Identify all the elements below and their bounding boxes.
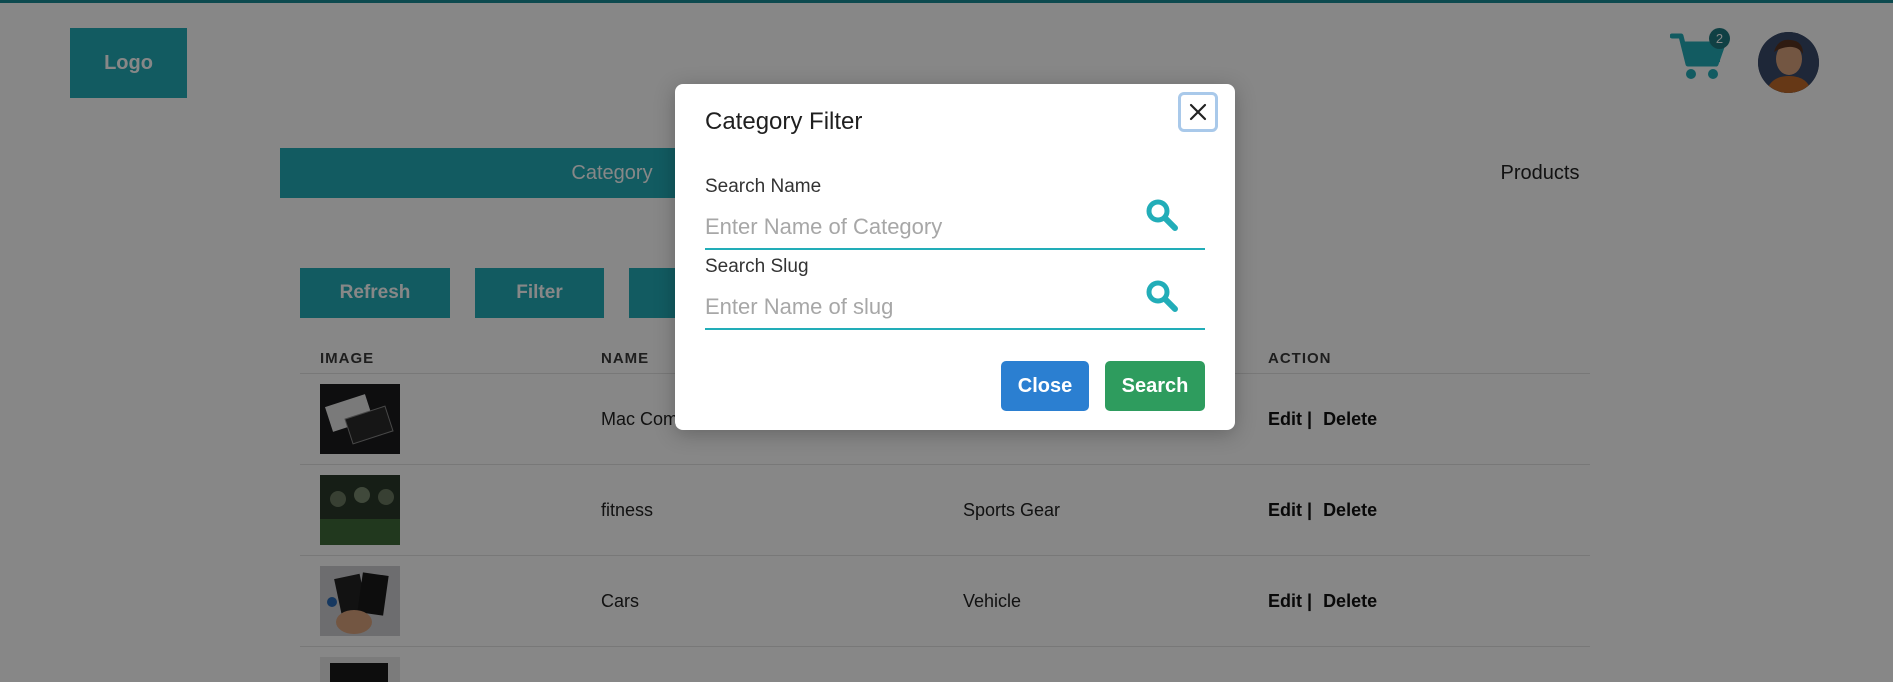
search-name-label: Search Name xyxy=(705,176,822,197)
dialog-title: Category Filter xyxy=(705,108,863,135)
close-icon[interactable] xyxy=(1178,92,1218,132)
search-button[interactable]: Search xyxy=(1105,361,1205,411)
search-slug-label: Search Slug xyxy=(705,256,809,277)
search-icon[interactable] xyxy=(1145,198,1179,232)
category-filter-dialog: Category Filter Search Name Search Slug … xyxy=(675,84,1235,430)
search-slug-input[interactable] xyxy=(705,286,1205,330)
search-name-input[interactable] xyxy=(705,206,1205,250)
search-icon[interactable] xyxy=(1145,279,1179,313)
close-button[interactable]: Close xyxy=(1001,361,1089,411)
